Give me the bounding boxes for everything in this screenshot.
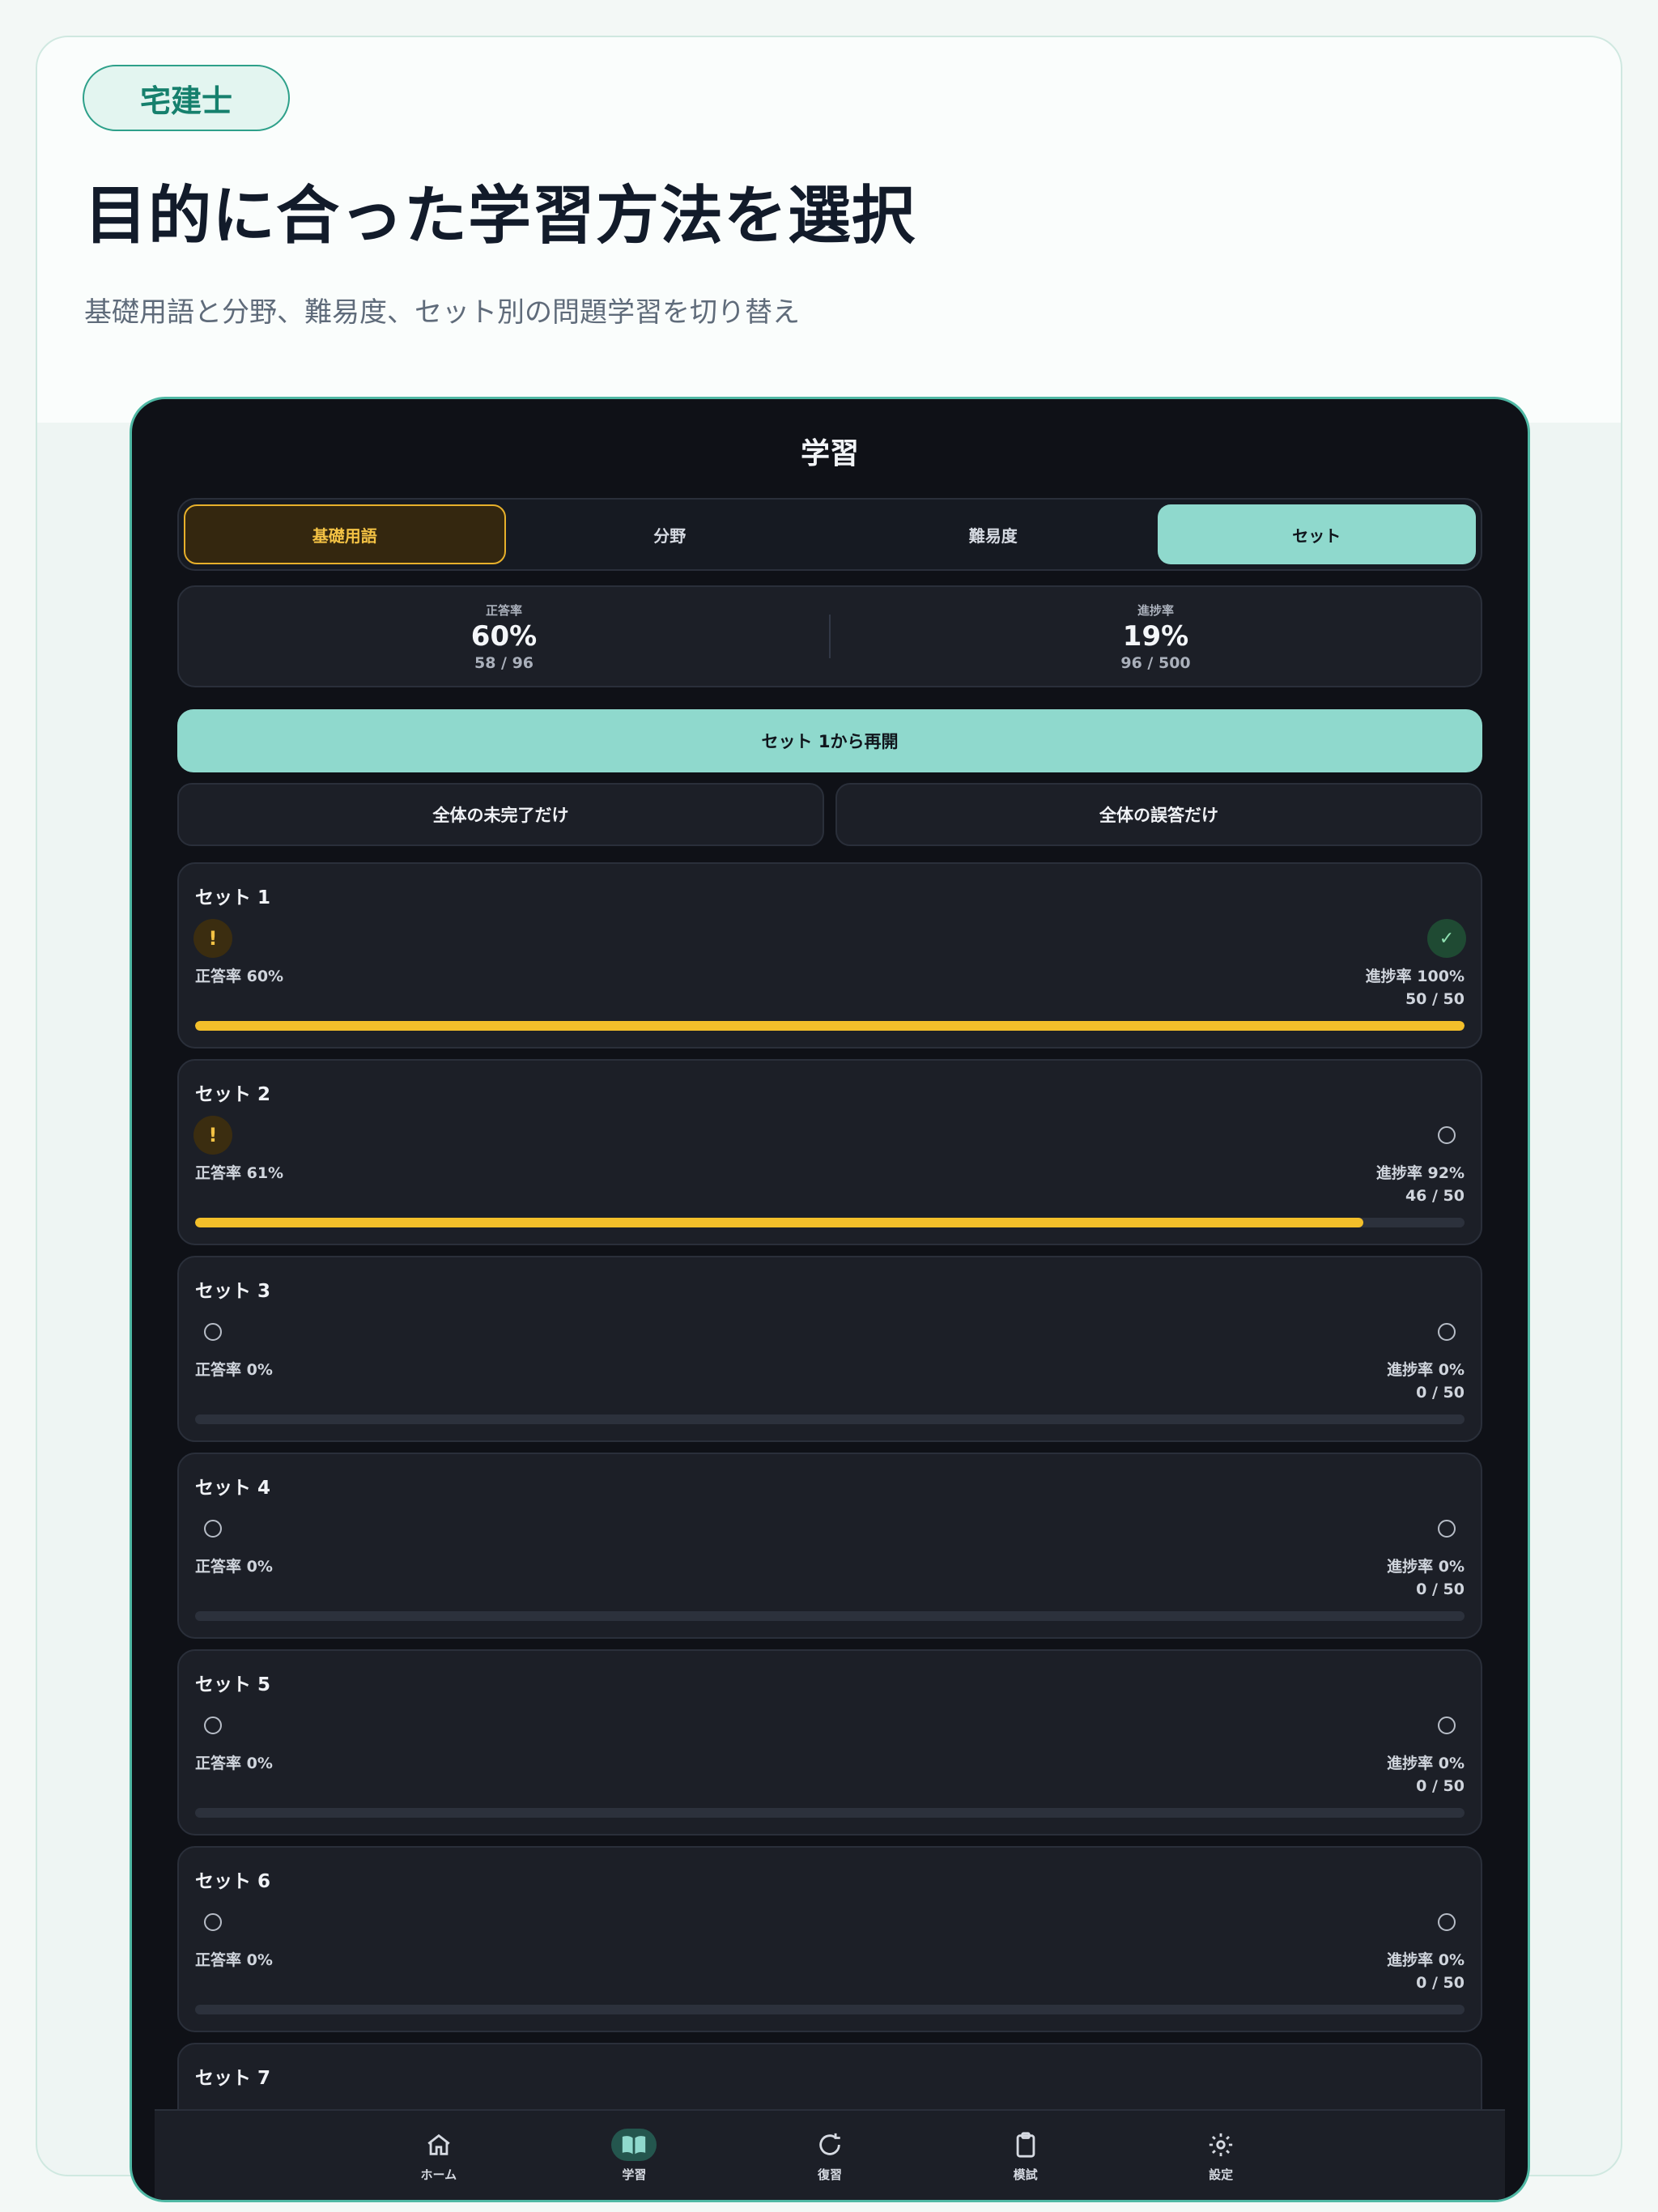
set-count: 46 / 50 <box>1405 1187 1465 1205</box>
tab-label: 学習 <box>622 2167 647 2182</box>
warning-icon: ! <box>193 919 232 958</box>
resume-button[interactable]: セット 1から再開 <box>177 709 1482 772</box>
accuracy-count: 58 / 96 <box>474 653 534 672</box>
set-count: 0 / 50 <box>1416 1580 1465 1598</box>
circle-icon <box>1427 1509 1466 1548</box>
mode-segmented-control: 基礎用語 分野 難易度 セット <box>177 498 1482 571</box>
gear-icon <box>1198 2129 1244 2161</box>
accuracy-value: 60% <box>470 619 538 653</box>
clipboard-icon <box>1003 2129 1048 2161</box>
set-title: セット 6 <box>195 1871 271 1892</box>
set-progress-fill <box>195 1021 1465 1031</box>
set-progress: 進捗率 0% <box>1387 1951 1465 1969</box>
set-progress: 進捗率 0% <box>1387 1558 1465 1576</box>
set-title: セット 2 <box>195 1084 271 1105</box>
tablet-frame: 学習 基礎用語 分野 難易度 セット 正答率 60% 58 / 96 進捗率 1… <box>130 397 1530 2202</box>
check-icon: ✓ <box>1427 919 1466 958</box>
app-title: 学習 <box>800 437 859 470</box>
set-count: 0 / 50 <box>1416 1974 1465 1992</box>
set-title: セット 3 <box>195 1281 271 1302</box>
set-accuracy: 正答率 0% <box>195 1951 273 1969</box>
set-card[interactable]: セット 4 正答率 0% 進捗率 0% 0 / 50 <box>177 1453 1482 1639</box>
wrong-only-button[interactable]: 全体の誤答だけ <box>835 783 1482 846</box>
circle-icon <box>193 1509 232 1548</box>
set-card[interactable]: セット 5 正答率 0% 進捗率 0% 0 / 50 <box>177 1649 1482 1836</box>
set-progress-track <box>195 1808 1465 1818</box>
circle-icon <box>193 1706 232 1745</box>
tab-gear[interactable]: 設定 <box>1123 2111 1319 2200</box>
page-title: 目的に合った学習方法を選択 <box>84 180 916 253</box>
tab-set[interactable]: セット <box>1157 504 1476 564</box>
set-title: セット 4 <box>195 1478 271 1499</box>
set-progress-track <box>195 1414 1465 1424</box>
bottom-tab-bar: ホーム 学習 復習 模試 設定 <box>155 2109 1505 2200</box>
circle-icon <box>193 1312 232 1351</box>
tab-label: 模試 <box>1013 2167 1038 2182</box>
set-progress-fill <box>195 1218 1363 1227</box>
circle-icon <box>193 1903 232 1942</box>
set-count: 0 / 50 <box>1416 1777 1465 1795</box>
set-progress-track <box>195 1218 1465 1227</box>
tab-clipboard[interactable]: 模試 <box>928 2111 1124 2200</box>
warning-icon: ! <box>193 1116 232 1155</box>
tab-difficulty[interactable]: 難易度 <box>834 504 1153 564</box>
set-accuracy: 正答率 61% <box>195 1164 284 1182</box>
set-accuracy: 正答率 0% <box>195 1558 273 1576</box>
tab-label: 設定 <box>1209 2167 1234 2182</box>
tab-basic-terms[interactable]: 基礎用語 <box>184 504 506 564</box>
circle-icon <box>1427 1116 1466 1155</box>
tab-field[interactable]: 分野 <box>511 504 830 564</box>
category-badge: 宅建士 <box>83 65 290 131</box>
app-screen: 学習 基礎用語 分野 難易度 セット 正答率 60% 58 / 96 進捗率 1… <box>155 399 1505 2200</box>
set-title: セット 7 <box>195 2068 271 2089</box>
set-progress: 進捗率 0% <box>1387 1361 1465 1379</box>
book-icon <box>611 2128 657 2161</box>
set-count: 50 / 50 <box>1405 990 1465 1008</box>
tab-book[interactable]: 学習 <box>537 2111 733 2200</box>
set-count: 0 / 50 <box>1416 1384 1465 1402</box>
set-progress-track <box>195 1611 1465 1621</box>
set-progress-track <box>195 2005 1465 2014</box>
home-icon <box>416 2129 461 2161</box>
tab-label: 復習 <box>817 2167 842 2182</box>
set-title: セット 1 <box>195 887 271 908</box>
filter-buttons: 全体の未完了だけ 全体の誤答だけ <box>177 783 1482 846</box>
progress-count: 96 / 500 <box>1120 653 1191 672</box>
accuracy-label: 正答率 <box>485 602 522 618</box>
set-progress: 進捗率 100% <box>1365 968 1465 985</box>
set-card[interactable]: セット 1! ✓ 正答率 60% 進捗率 100% 50 / 50 <box>177 862 1482 1049</box>
incomplete-only-button[interactable]: 全体の未完了だけ <box>177 783 824 846</box>
accuracy-stat: 正答率 60% 58 / 96 <box>179 587 829 686</box>
tab-label: ホーム <box>420 2167 457 2182</box>
summary-stats: 正答率 60% 58 / 96 進捗率 19% 96 / 500 <box>177 585 1482 687</box>
set-progress-track <box>195 1021 1465 1031</box>
set-progress: 進捗率 92% <box>1375 1164 1465 1182</box>
set-card[interactable]: セット 3 正答率 0% 進捗率 0% 0 / 50 <box>177 1256 1482 1442</box>
set-accuracy: 正答率 0% <box>195 1361 273 1379</box>
progress-label: 進捗率 <box>1137 602 1174 618</box>
tab-refresh[interactable]: 復習 <box>732 2111 928 2200</box>
progress-stat: 進捗率 19% 96 / 500 <box>831 587 1481 686</box>
set-card[interactable]: セット 6 正答率 0% 進捗率 0% 0 / 50 <box>177 1846 1482 2032</box>
circle-icon <box>1427 1312 1466 1351</box>
set-card[interactable]: セット 2! 正答率 61% 進捗率 92% 46 / 50 <box>177 1059 1482 1245</box>
progress-value: 19% <box>1122 619 1189 653</box>
set-accuracy: 正答率 60% <box>195 968 284 985</box>
page-subtitle: 基礎用語と分野、難易度、セット別の問題学習を切り替え <box>84 296 800 329</box>
tab-home[interactable]: ホーム <box>341 2111 537 2200</box>
set-accuracy: 正答率 0% <box>195 1755 273 1772</box>
circle-icon <box>1427 1706 1466 1745</box>
refresh-icon <box>807 2129 852 2161</box>
circle-icon <box>1427 1903 1466 1942</box>
set-progress: 進捗率 0% <box>1387 1755 1465 1772</box>
set-progress-track <box>195 2201 1465 2202</box>
set-title: セット 5 <box>195 1674 271 1695</box>
